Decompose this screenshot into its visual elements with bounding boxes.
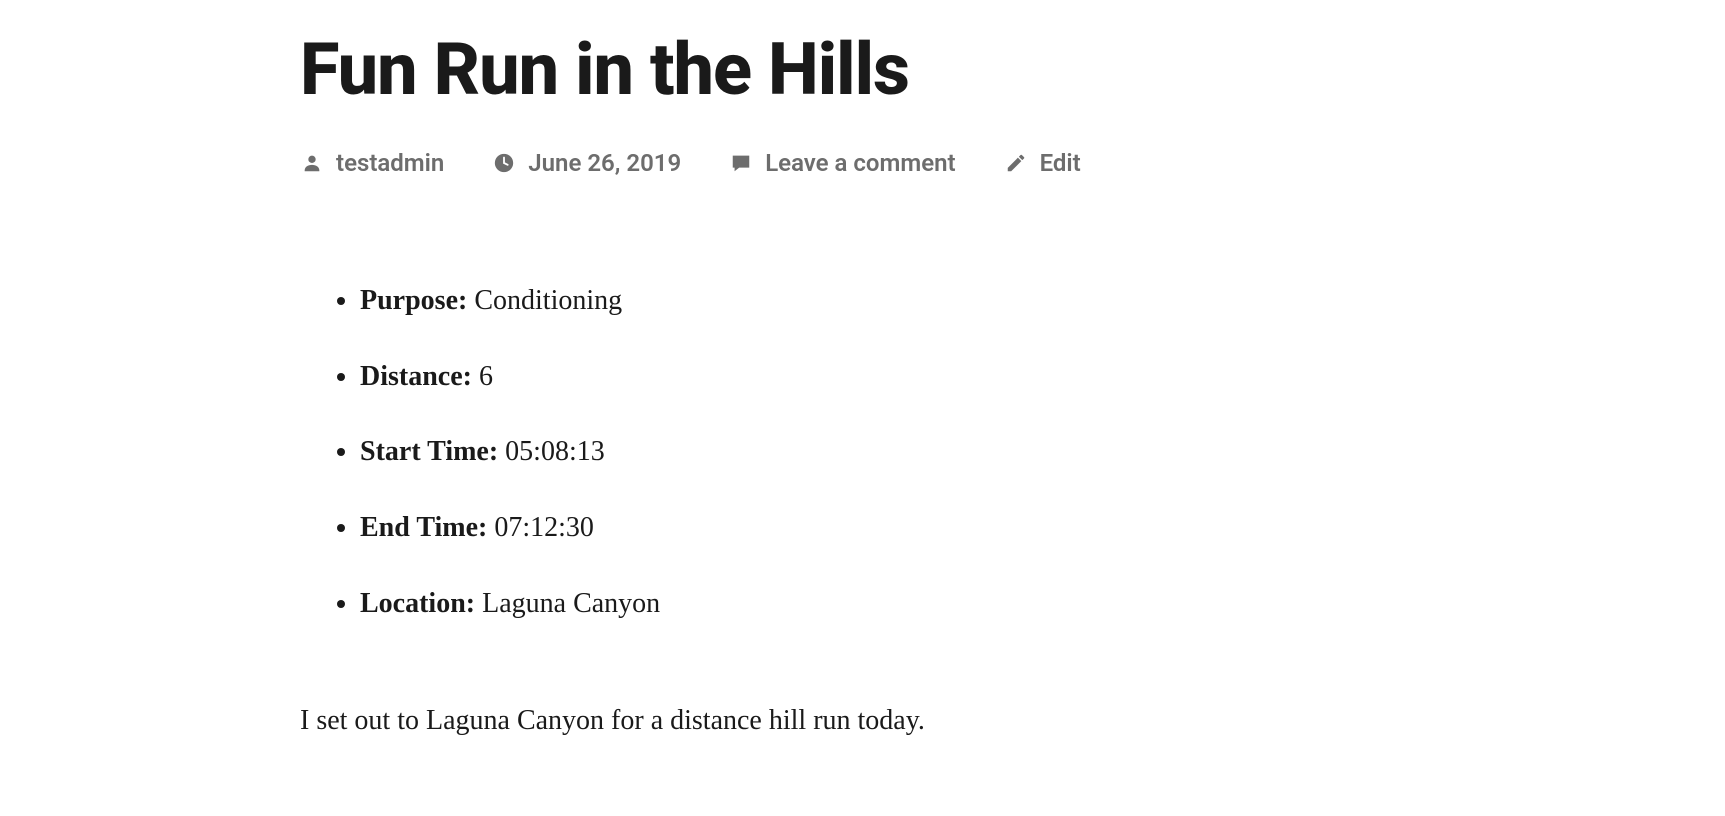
purpose-value: Conditioning (474, 285, 622, 316)
location-label: Location: (360, 588, 475, 619)
comment-meta: Leave a comment (729, 149, 955, 177)
start-time-value: 05:08:13 (505, 436, 605, 467)
clock-icon (492, 151, 516, 175)
author-meta: testadmin (300, 149, 444, 177)
pencil-icon (1004, 151, 1028, 175)
comment-link[interactable]: Leave a comment (765, 149, 955, 177)
list-item: End Time: 07:12:30 (360, 504, 1400, 552)
purpose-label: Purpose: (360, 285, 467, 316)
location-value: Laguna Canyon (482, 588, 660, 619)
distance-label: Distance: (360, 361, 472, 392)
person-icon (300, 151, 324, 175)
post-content: Purpose: Conditioning Distance: 6 Start … (300, 277, 1400, 745)
date-meta: June 26, 2019 (492, 149, 681, 177)
end-time-value: 07:12:30 (494, 512, 594, 543)
list-item: Distance: 6 (360, 353, 1400, 401)
comment-icon (729, 151, 753, 175)
post-meta: testadmin June 26, 2019 Leave a comment (300, 149, 1400, 177)
detail-list: Purpose: Conditioning Distance: 6 Start … (300, 277, 1400, 627)
edit-meta: Edit (1004, 149, 1081, 177)
list-item: Purpose: Conditioning (360, 277, 1400, 325)
edit-link[interactable]: Edit (1040, 149, 1081, 177)
post-title: Fun Run in the Hills (300, 30, 1400, 109)
end-time-label: End Time: (360, 512, 487, 543)
list-item: Location: Laguna Canyon (360, 580, 1400, 628)
date-link[interactable]: June 26, 2019 (528, 149, 681, 177)
list-item: Start Time: 05:08:13 (360, 428, 1400, 476)
distance-value: 6 (479, 361, 493, 392)
post-paragraph: I set out to Laguna Canyon for a distanc… (300, 697, 1400, 745)
author-link[interactable]: testadmin (336, 149, 444, 177)
start-time-label: Start Time: (360, 436, 498, 467)
